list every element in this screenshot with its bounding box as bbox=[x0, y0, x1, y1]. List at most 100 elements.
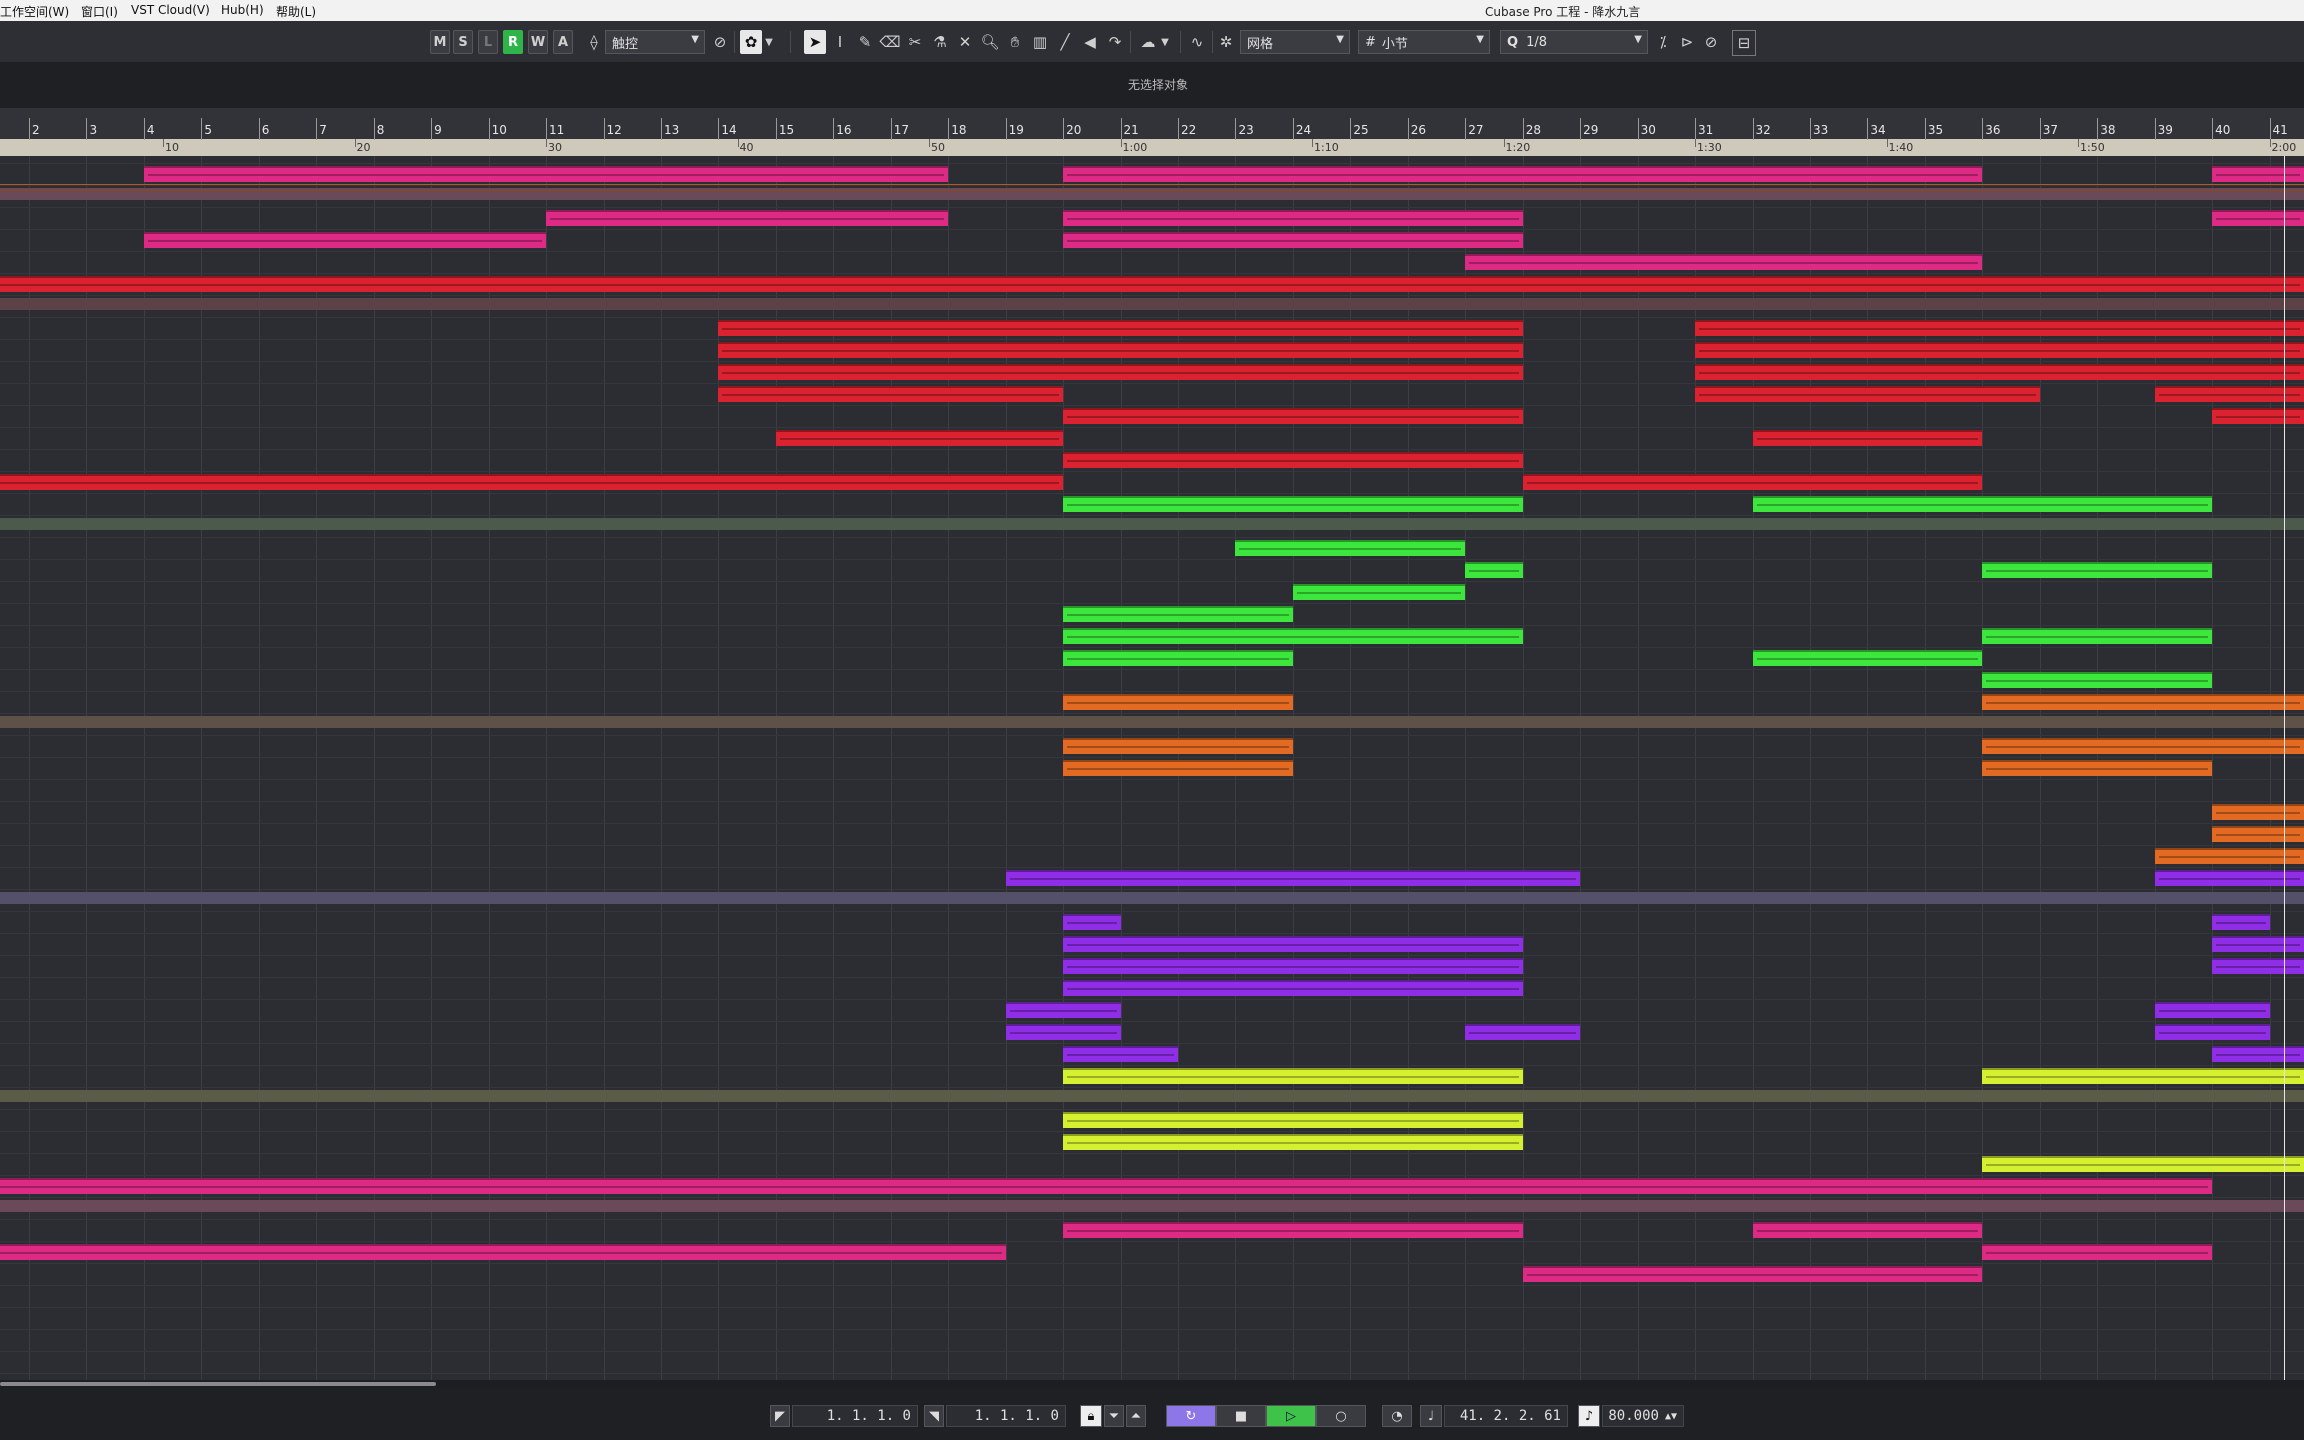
event-part[interactable] bbox=[1235, 540, 1466, 556]
event-part[interactable] bbox=[2212, 1046, 2304, 1062]
listen-button[interactable]: L bbox=[478, 30, 498, 54]
event-part[interactable] bbox=[2212, 914, 2270, 930]
event-part[interactable] bbox=[1752, 1222, 1983, 1238]
event-part[interactable] bbox=[1465, 1024, 1581, 1040]
event-part[interactable] bbox=[1982, 760, 2213, 776]
event-part[interactable] bbox=[1063, 408, 1523, 424]
event-part[interactable] bbox=[1063, 166, 1983, 182]
grid-type-select[interactable]: # 小节 ▼ bbox=[1358, 30, 1490, 54]
snap-type-select[interactable]: 网格 ▼ bbox=[1240, 30, 1350, 54]
folder-track-lane[interactable] bbox=[0, 298, 2304, 310]
event-part[interactable] bbox=[1063, 606, 1293, 622]
tempo-track-icon[interactable]: ♪ bbox=[1578, 1405, 1600, 1427]
snap-zero-crossing-icon[interactable]: ∿ bbox=[1186, 30, 1208, 54]
metronome-icon[interactable]: ◔ bbox=[1382, 1405, 1412, 1427]
folder-track-lane[interactable] bbox=[0, 518, 2304, 530]
record-button[interactable]: ○ bbox=[1316, 1405, 1366, 1427]
event-part[interactable] bbox=[1063, 1134, 1523, 1150]
event-part[interactable] bbox=[1063, 210, 1523, 226]
event-part[interactable] bbox=[1982, 1156, 2304, 1172]
set-up-window-layout-icon[interactable]: ⊟ bbox=[1732, 30, 1756, 56]
left-locator-field[interactable]: 1. 1. 1. 0 bbox=[792, 1405, 918, 1427]
folder-track-lane[interactable] bbox=[0, 1090, 2304, 1102]
event-part[interactable] bbox=[718, 342, 1523, 358]
event-part[interactable] bbox=[2212, 210, 2304, 226]
event-part[interactable] bbox=[1063, 1068, 1523, 1084]
time-display-icon[interactable]: ♩ bbox=[1420, 1405, 1442, 1427]
event-part[interactable] bbox=[1063, 1222, 1523, 1238]
quantize-reset-icon[interactable]: ⊘ bbox=[1700, 30, 1722, 54]
menu-workspace[interactable]: 工作空间(W) bbox=[0, 3, 69, 20]
event-part[interactable] bbox=[1063, 914, 1121, 930]
quantize-apply-icon[interactable]: ⊳ bbox=[1676, 30, 1698, 54]
event-part[interactable] bbox=[1982, 1244, 2213, 1260]
object-selection-tool-icon[interactable]: ➤ bbox=[804, 30, 826, 54]
event-part[interactable] bbox=[1005, 1024, 1121, 1040]
event-part[interactable] bbox=[2212, 958, 2304, 974]
menu-help[interactable]: 帮助(L) bbox=[276, 3, 316, 20]
event-part[interactable] bbox=[2212, 826, 2304, 842]
event-part[interactable] bbox=[1063, 936, 1523, 952]
hand-tool-icon[interactable]: ✋︎ bbox=[1004, 30, 1026, 54]
range-selection-tool-icon[interactable]: I bbox=[829, 30, 851, 54]
event-part[interactable] bbox=[2212, 804, 2304, 820]
suspend-icon[interactable]: ⊘ bbox=[709, 30, 731, 54]
event-part[interactable] bbox=[1982, 672, 2213, 688]
solo-button[interactable]: S bbox=[453, 30, 473, 54]
folder-track-lane[interactable] bbox=[0, 716, 2304, 728]
project-cursor[interactable] bbox=[2283, 156, 2285, 1380]
event-part[interactable] bbox=[1063, 958, 1523, 974]
event-part[interactable] bbox=[2154, 848, 2304, 864]
split-tool-icon[interactable]: ✂ bbox=[904, 30, 926, 54]
line-tool-icon[interactable]: ╱ bbox=[1054, 30, 1076, 54]
event-part[interactable] bbox=[1695, 320, 2304, 336]
play-button[interactable]: ▷ bbox=[1266, 1405, 1316, 1427]
event-part[interactable] bbox=[1063, 496, 1523, 512]
event-part[interactable] bbox=[546, 210, 949, 226]
cycle-button[interactable]: ↻ bbox=[1166, 1405, 1216, 1427]
event-part[interactable] bbox=[1695, 342, 2304, 358]
tempo-field[interactable]: 80.000 ▲▼ bbox=[1602, 1405, 1684, 1427]
event-part[interactable] bbox=[1063, 650, 1293, 666]
menu-vst-cloud[interactable]: VST Cloud(V) bbox=[131, 3, 210, 17]
event-part[interactable] bbox=[1752, 496, 2213, 512]
event-part[interactable] bbox=[1752, 430, 1983, 446]
event-part[interactable] bbox=[1982, 628, 2213, 644]
read-automation-button[interactable]: R bbox=[503, 30, 523, 54]
event-part[interactable] bbox=[775, 430, 1064, 446]
event-part[interactable] bbox=[1522, 474, 1983, 490]
event-part[interactable] bbox=[1063, 980, 1523, 996]
event-part[interactable] bbox=[1063, 452, 1523, 468]
event-part[interactable] bbox=[1522, 1266, 1983, 1282]
menu-hub[interactable]: Hub(H) bbox=[221, 3, 264, 17]
event-part[interactable] bbox=[2212, 936, 2304, 952]
go-to-right-locator-icon[interactable]: ◥ bbox=[924, 1405, 944, 1427]
glue-tool-icon[interactable]: ⚗ bbox=[929, 30, 951, 54]
folder-track-lane[interactable] bbox=[0, 892, 2304, 904]
event-part[interactable] bbox=[718, 364, 1523, 380]
event-part[interactable] bbox=[143, 166, 949, 182]
lock-icon[interactable]: 🔒︎ bbox=[1080, 1405, 1102, 1427]
chevron-down-icon[interactable]: ▼ bbox=[1158, 30, 1172, 54]
event-part[interactable] bbox=[0, 276, 2304, 292]
event-part[interactable] bbox=[1982, 562, 2213, 578]
mute-tool-icon[interactable]: ✕ bbox=[954, 30, 976, 54]
tempo-stepper-icon[interactable]: ▲▼ bbox=[1665, 1411, 1677, 1422]
event-part[interactable] bbox=[1465, 562, 1523, 578]
event-part[interactable] bbox=[2212, 408, 2304, 424]
menu-window[interactable]: 窗口(I) bbox=[81, 3, 118, 20]
event-part[interactable] bbox=[2154, 870, 2304, 886]
event-part[interactable] bbox=[1063, 1046, 1178, 1062]
iterative-quantize-icon[interactable]: ⁒ bbox=[1652, 30, 1674, 54]
punch-out-icon[interactable]: ⏶ bbox=[1126, 1405, 1146, 1427]
right-locator-field[interactable]: 1. 1. 1. 0 bbox=[946, 1405, 1066, 1427]
event-part[interactable] bbox=[2154, 1002, 2270, 1018]
event-part[interactable] bbox=[0, 1178, 2213, 1194]
event-part[interactable] bbox=[1063, 628, 1523, 644]
auto-scroll-icon[interactable]: ☁ bbox=[1137, 30, 1159, 54]
event-part[interactable] bbox=[2154, 386, 2304, 402]
eraser-tool-icon[interactable]: ⌫ bbox=[879, 30, 901, 54]
event-part[interactable] bbox=[1292, 584, 1466, 600]
event-part[interactable] bbox=[1695, 386, 2040, 402]
mute-all-button[interactable]: M bbox=[430, 30, 450, 54]
